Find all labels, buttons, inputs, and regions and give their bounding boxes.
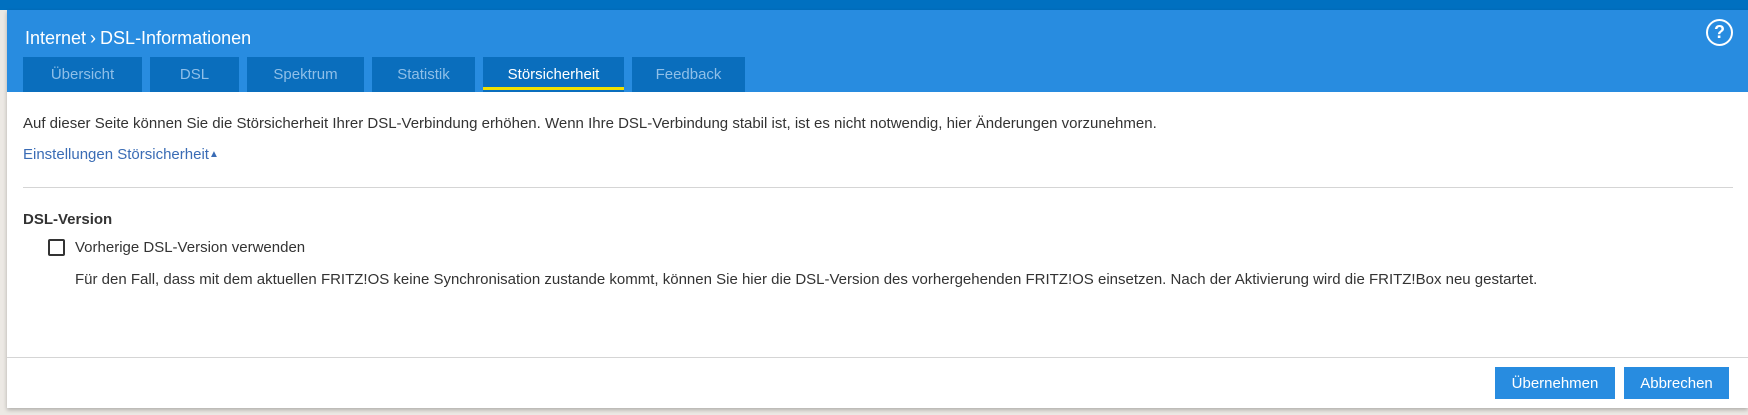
divider (23, 187, 1733, 188)
footer-divider (7, 357, 1748, 358)
settings-link-label[interactable]: Einstellungen Störsicherheit (23, 146, 209, 163)
tab-feedback[interactable]: Feedback (632, 57, 745, 92)
header: Internet › DSL-Informationen ? Übersicht… (7, 10, 1748, 92)
breadcrumb-internet[interactable]: Internet (25, 28, 86, 49)
breadcrumb: Internet › DSL-Informationen (25, 28, 251, 49)
tab-uebersicht[interactable]: Übersicht (23, 57, 142, 92)
tab-statistik[interactable]: Statistik (372, 57, 475, 92)
checkbox-label[interactable]: Vorherige DSL-Version verwenden (75, 239, 305, 256)
section-title: DSL-Version (23, 211, 113, 228)
triangle-up-icon: ▲ (208, 149, 219, 160)
main-panel: Internet › DSL-Informationen ? Übersicht… (7, 10, 1748, 408)
apply-button[interactable]: Übernehmen (1495, 367, 1615, 399)
settings-toggle-link[interactable]: Einstellungen Störsicherheit▲ (23, 146, 219, 163)
tab-stoersicherheit[interactable]: Störsicherheit (483, 57, 624, 92)
checkbox-description: Für den Fall, dass mit dem aktuellen FRI… (75, 271, 1538, 288)
cancel-button[interactable]: Abbrechen (1624, 367, 1729, 399)
chevron-right-icon: › (90, 28, 97, 48)
breadcrumb-current: DSL-Informationen (100, 28, 252, 48)
previous-dsl-version-checkbox[interactable] (48, 239, 65, 256)
tab-dsl[interactable]: DSL (150, 57, 239, 92)
tab-spektrum[interactable]: Spektrum (247, 57, 364, 92)
intro-text: Auf dieser Seite können Sie die Störsich… (23, 115, 1157, 132)
top-stripe (0, 0, 1748, 10)
help-icon[interactable]: ? (1706, 19, 1733, 46)
